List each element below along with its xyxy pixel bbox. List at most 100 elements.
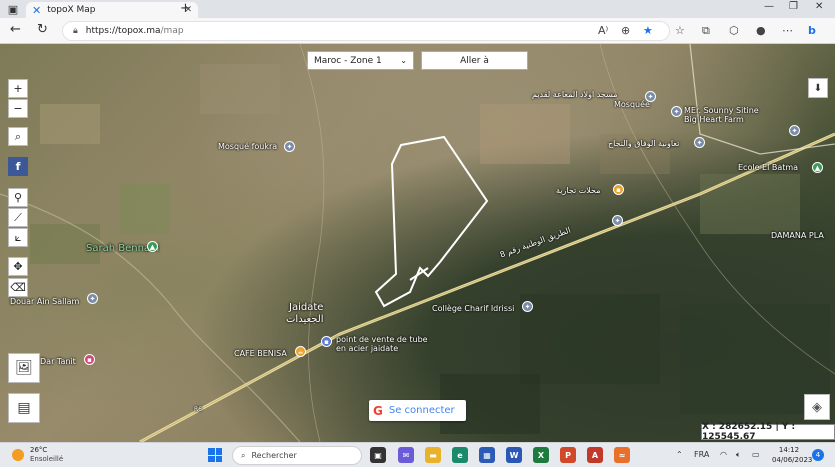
extensions-icon[interactable]: ⬡ <box>729 24 739 37</box>
app-icon[interactable]: ≈ <box>614 447 630 463</box>
label-cafe-benisa: CAFE BENISA <box>234 349 287 358</box>
label-college: Collège Charif Idrissi <box>432 304 515 313</box>
place-pin-icon[interactable]: ✦ <box>87 293 98 304</box>
measure-line-icon[interactable]: ⟋ <box>8 208 28 227</box>
topox-favicon-icon: ✕ <box>32 3 42 17</box>
google-signin-label: Se connecter <box>388 405 455 416</box>
profile-avatar-icon[interactable]: ● <box>756 24 766 37</box>
wifi-icon[interactable]: ◠ <box>720 450 727 459</box>
excel-icon[interactable]: X <box>533 447 549 463</box>
label-tube-shop: point de vente de tube en acier jaidate <box>336 335 428 353</box>
label-jaidate-ar: الجعيدات <box>286 314 324 325</box>
park-pin-icon[interactable]: ▲ <box>147 241 158 252</box>
label-mosquee-ar: مسجد اولاد المعاعة لقديم <box>532 90 618 99</box>
restore-icon[interactable]: ❐ <box>789 1 798 12</box>
search-icon[interactable]: ⌕ <box>8 127 28 146</box>
label-mer-sounny: MEr. Sounny Sitine Big Heart Farm <box>684 106 759 124</box>
url-path: /map <box>160 26 184 36</box>
chevron-down-icon: ⌄ <box>400 56 407 65</box>
facebook-icon[interactable]: f <box>8 157 28 176</box>
label-damana: DAMANA PLA <box>771 231 824 240</box>
tray-chevron-icon[interactable]: ⌃ <box>676 450 683 459</box>
address-toolbar: ← ↻ 🔒︎ https://topox.ma/map A⁾ ⊕ ★ ☆ ⧉ ⬡… <box>0 18 835 44</box>
coop-pin-icon[interactable]: ✦ <box>694 137 705 148</box>
lock-icon: 🔒︎ <box>73 26 78 36</box>
search-icon: ⌕ <box>241 450 246 460</box>
place-pin-icon-3[interactable]: ✦ <box>612 215 623 226</box>
eraser-icon[interactable]: ⌫ <box>8 278 28 297</box>
label-mosquee: Mosquée <box>614 100 650 109</box>
label-taawonia-ar: تعاونية الوفاق والنجاح <box>608 139 680 148</box>
taskbar-search-placeholder: Rechercher <box>251 451 297 460</box>
label-mosque-foukra: Mosqué foukra <box>218 142 278 151</box>
label-ecole: Ecole El Batma <box>738 163 799 172</box>
store-icon[interactable]: ▦ <box>479 447 495 463</box>
mosquee-pin-icon[interactable]: ✦ <box>645 91 656 102</box>
windows-taskbar: 26°C Ensoleillé ⌕ Rechercher ▣ ✉ ▬ e ▦ W… <box>0 442 835 467</box>
shops-pin-icon[interactable]: ▪ <box>613 184 624 195</box>
shop-pin-icon[interactable]: ▪ <box>321 336 332 347</box>
address-bar[interactable]: 🔒︎ https://topox.ma/map <box>62 21 670 41</box>
zoom-icon[interactable]: ⊕ <box>621 24 630 37</box>
clock-date: 04/06/2023 <box>772 456 813 464</box>
refresh-icon[interactable]: ↻ <box>37 22 48 37</box>
farm-pin-icon[interactable]: ✦ <box>671 106 682 117</box>
edge-icon[interactable]: e <box>452 447 468 463</box>
zoom-out-button[interactable]: − <box>8 99 28 118</box>
sun-icon[interactable] <box>12 449 24 461</box>
google-icon: G <box>373 403 383 418</box>
favorites-icon[interactable]: ☆ <box>675 24 685 37</box>
goto-button[interactable]: Aller à <box>421 51 528 70</box>
coordinates-display: X : 282652.15 | Y : 125545.67 <box>701 422 835 442</box>
move-icon[interactable]: ✥ <box>8 257 28 276</box>
volume-icon[interactable]: 🔈︎ <box>736 450 741 460</box>
word-icon[interactable]: W <box>506 447 522 463</box>
zoom-in-button[interactable]: + <box>8 79 28 98</box>
cafe-pin-icon[interactable]: ☕︎ <box>295 346 306 357</box>
lodging-pin-icon[interactable]: ▪ <box>84 354 95 365</box>
minimize-icon[interactable]: — <box>764 1 774 12</box>
windows-start-icon[interactable] <box>208 448 222 462</box>
language-indicator[interactable]: FRA <box>694 450 709 459</box>
taskbar-clock[interactable]: 14:12 04/06/2023 <box>772 445 813 465</box>
collections-icon[interactable]: ⧉ <box>702 24 710 38</box>
browser-tab[interactable]: ✕ topoX Map ✕ <box>26 2 198 18</box>
label-road-num: R6 <box>194 406 202 413</box>
back-icon[interactable]: ← <box>10 22 21 37</box>
task-view-icon[interactable]: ▣ <box>370 447 386 463</box>
zone-select[interactable]: Maroc - Zone 1 ⌄ <box>307 51 414 70</box>
powerpoint-icon[interactable]: P <box>560 447 576 463</box>
tab-title: topoX Map <box>47 5 96 15</box>
ecole-pin-icon[interactable]: ▲ <box>812 162 823 173</box>
mosque-pin-icon[interactable]: ✦ <box>284 141 295 152</box>
notification-badge[interactable]: 4 <box>812 449 824 461</box>
place-pin-icon-2[interactable]: ✦ <box>789 125 800 136</box>
document-icon[interactable]: ▤ <box>8 393 40 423</box>
new-tab-icon[interactable]: + <box>180 1 191 16</box>
measure-area-icon[interactable]: ⟀ <box>8 228 28 247</box>
file-explorer-icon[interactable]: ▬ <box>425 447 441 463</box>
bing-icon[interactable]: b <box>808 24 816 37</box>
tab-actions-icon[interactable]: ▣ <box>0 0 26 18</box>
label-shops-ar: محلات تجارية <box>556 186 601 195</box>
label-jaidate: Jaidate <box>289 302 324 313</box>
download-icon[interactable]: ⬇ <box>808 78 828 98</box>
taskbar-search[interactable]: ⌕ Rechercher <box>232 446 362 465</box>
battery-icon[interactable]: ▭ <box>752 450 760 459</box>
school-pin-icon[interactable]: ✦ <box>522 301 533 312</box>
chat-icon[interactable]: ✉ <box>398 447 414 463</box>
location-pin-icon[interactable]: ⚲ <box>8 188 28 207</box>
zone-select-value: Maroc - Zone 1 <box>314 55 382 66</box>
layers-icon[interactable]: ◈ <box>804 394 830 420</box>
satellite-map[interactable]: Mosqué foukra ✦ Sarah Bennani ▲ Douar Ai… <box>0 44 835 442</box>
close-window-icon[interactable]: ✕ <box>815 1 823 12</box>
weather-temp: 26°C <box>30 446 48 454</box>
google-signin-button[interactable]: G Se connecter <box>369 400 466 421</box>
more-menu-icon[interactable]: ⋯ <box>782 24 793 37</box>
weather-desc: Ensoleillé <box>30 455 64 463</box>
favorite-star-icon[interactable]: ★ <box>643 24 653 37</box>
image-icon[interactable]: 🖼︎ <box>8 353 40 383</box>
read-aloud-icon[interactable]: A⁾ <box>598 24 608 37</box>
acrobat-icon[interactable]: A <box>587 447 603 463</box>
browser-tab-bar: ▣ ✕ topoX Map ✕ + — ❐ ✕ <box>0 0 835 18</box>
